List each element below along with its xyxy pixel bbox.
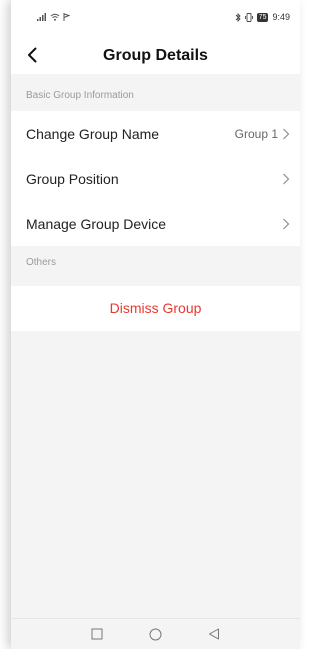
square-icon[interactable]: [91, 628, 103, 640]
status-time: 9:49: [272, 12, 290, 22]
phone-screen: 75 9:49 Group Details Basic Group Inform…: [11, 0, 300, 649]
status-left: [37, 13, 70, 21]
header-bar: Group Details: [11, 37, 300, 74]
flag-icon: [63, 13, 70, 21]
bluetooth-icon: [235, 12, 241, 22]
status-right: 75 9:49: [235, 12, 290, 22]
vibrate-icon: [244, 12, 253, 22]
change-group-name-item[interactable]: Change Group Name Group 1: [11, 111, 300, 156]
status-bar: 75 9:49: [11, 0, 300, 37]
triangle-back-icon[interactable]: [208, 628, 220, 640]
section-header-others: Others: [26, 257, 57, 268]
item-label: Manage Group Device: [26, 215, 167, 232]
section-header-basic: Basic Group Information: [26, 90, 134, 101]
item-label: Change Group Name: [26, 125, 160, 142]
group-position-item[interactable]: Group Position: [11, 156, 300, 201]
battery-indicator: 75: [256, 12, 269, 22]
dismiss-group-button[interactable]: Dismiss Group: [11, 286, 300, 331]
signal-icon: [37, 13, 46, 21]
chevron-right-icon: [283, 173, 290, 184]
system-nav-bar: [11, 618, 300, 649]
chevron-right-icon: [283, 128, 290, 139]
wifi-icon: [50, 13, 60, 21]
chevron-right-icon: [283, 218, 290, 229]
item-label: Group Position: [26, 170, 119, 187]
basic-info-list: Change Group Name Group 1 Group Position…: [11, 111, 300, 246]
group-name-value: Group 1: [234, 126, 278, 141]
page-title: Group Details: [103, 47, 208, 64]
circle-icon[interactable]: [149, 628, 162, 641]
